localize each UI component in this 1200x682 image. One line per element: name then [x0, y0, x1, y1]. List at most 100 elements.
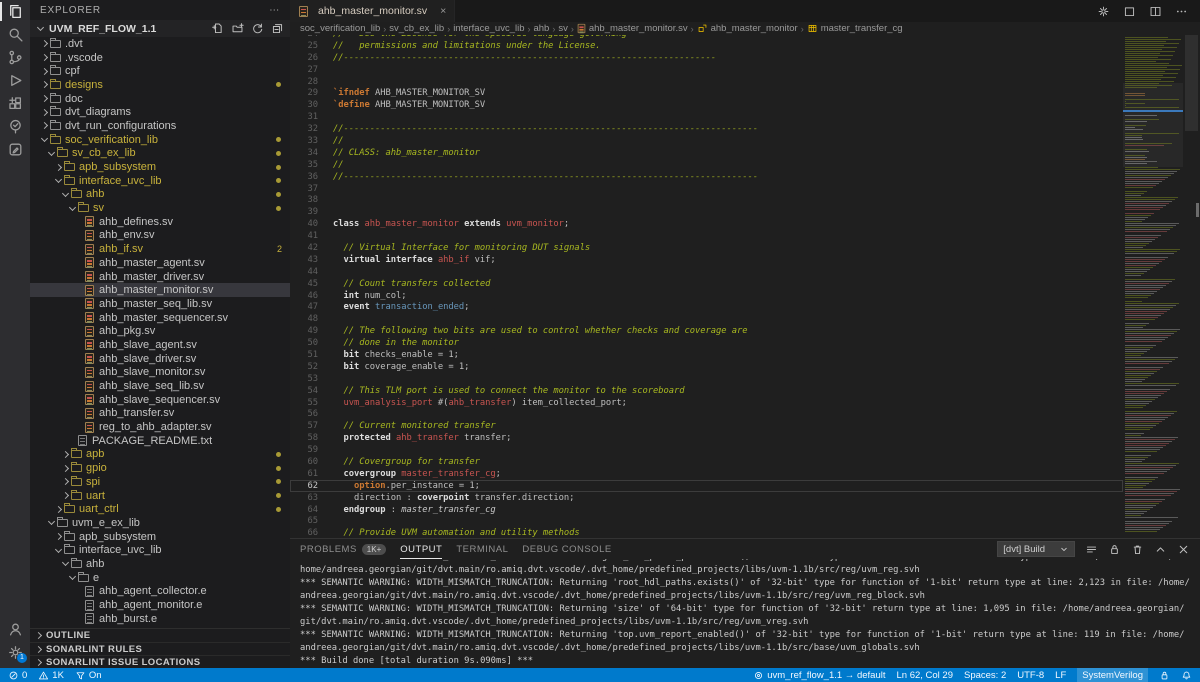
tree-item[interactable]: interface_uvc_lib [30, 543, 290, 557]
file-tree[interactable]: .dvt.vscodecpfdesignsdocdvt_diagramsdvt_… [30, 37, 290, 628]
lock-icon[interactable] [1108, 543, 1121, 556]
tree-item[interactable]: dvt_run_configurations [30, 119, 290, 133]
breadcrumb-item[interactable]: interface_uvc_lib [453, 23, 524, 34]
tree-item[interactable]: ahb [30, 188, 290, 202]
tree-item[interactable]: .vscode [30, 51, 290, 65]
status-item-on[interactable]: On [75, 670, 102, 681]
tree-item[interactable]: ahb_agent_collector.e [30, 585, 290, 599]
tree-item[interactable]: designs [30, 78, 290, 92]
output-actions-icon[interactable] [1085, 543, 1098, 556]
tree-item[interactable]: ahb_env.sv [30, 229, 290, 243]
tree-item[interactable]: interface_uvc_lib [30, 174, 290, 188]
breadcrumb-item[interactable]: ahb_master_monitor [697, 23, 798, 34]
tree-item[interactable]: dvt_diagrams [30, 105, 290, 119]
breadcrumb-item[interactable]: soc_verification_lib [300, 23, 380, 34]
activity-test-icon[interactable] [0, 115, 30, 138]
scrollbar-slider[interactable] [1185, 35, 1198, 131]
minimap[interactable] [1123, 35, 1183, 538]
activity-source-control-icon[interactable] [0, 46, 30, 69]
tree-item[interactable]: ahb_pkg.sv [30, 324, 290, 338]
tree-item[interactable]: sv [30, 201, 290, 215]
tree-item[interactable]: ahb_master_sequencer.sv [30, 311, 290, 325]
status-item-utf-8[interactable]: UTF-8 [1017, 670, 1044, 681]
tree-item[interactable]: ahb_slave_monitor.sv [30, 366, 290, 380]
tree-item[interactable]: .dvt [30, 37, 290, 51]
open-changes-icon[interactable] [1123, 5, 1136, 18]
editor-scrollbar[interactable] [1183, 35, 1200, 538]
panel-tab-debug-console[interactable]: DEBUG CONSOLE [522, 539, 611, 559]
status-item-0[interactable]: 0 [8, 670, 27, 681]
tree-item[interactable]: ahb_transfer.sv [30, 407, 290, 421]
collapse-all-icon[interactable] [271, 22, 284, 35]
breadcrumb-item[interactable]: ahb_master_monitor.sv [577, 23, 688, 34]
panel-tab-problems[interactable]: PROBLEMS1K+ [300, 539, 386, 559]
tree-item[interactable]: ahb [30, 557, 290, 571]
close-icon[interactable]: × [440, 5, 446, 17]
code-editor[interactable]: 24// See the License for the specific la… [290, 35, 1200, 538]
tree-item[interactable]: ahb_agent_monitor.e [30, 598, 290, 612]
tree-item[interactable]: ahb_slave_driver.sv [30, 352, 290, 366]
more-actions-icon[interactable]: ⋯ [269, 5, 280, 16]
sidebar-section-sonarlint-issue-locations[interactable]: SONARLINT ISSUE LOCATIONS [30, 655, 290, 668]
activity-settings-gear-icon[interactable]: 1 [0, 641, 30, 664]
tree-item[interactable]: e [30, 571, 290, 585]
tree-item[interactable]: ahb_slave_sequencer.sv [30, 393, 290, 407]
breadcrumb-item[interactable]: ahb [533, 23, 549, 34]
new-file-icon[interactable] [211, 22, 224, 35]
tree-item[interactable]: spi [30, 475, 290, 489]
clear-output-icon[interactable] [1131, 543, 1144, 556]
tree-item[interactable]: uart [30, 489, 290, 503]
status-item-spaces-2[interactable]: Spaces: 2 [964, 670, 1006, 681]
tree-item[interactable]: PACKAGE_README.txt [30, 434, 290, 448]
output-console[interactable]: *** SEMANTIC WARNING: WIDTH_MISMATCH_TRU… [290, 559, 1200, 667]
new-folder-icon[interactable] [231, 22, 244, 35]
tree-item[interactable]: cpf [30, 64, 290, 78]
tree-item[interactable]: ahb_master_agent.sv [30, 256, 290, 270]
maximize-panel-icon[interactable] [1154, 543, 1167, 556]
tree-item[interactable]: soc_verification_lib [30, 133, 290, 147]
settings-gear-icon[interactable] [1097, 5, 1110, 18]
breadcrumb-item[interactable]: master_transfer_cg [807, 23, 903, 34]
more-actions-icon[interactable] [1175, 5, 1188, 18]
tree-item[interactable]: ahb_burst.e [30, 612, 290, 626]
tree-item[interactable]: ahb_slave_seq_lib.sv [30, 379, 290, 393]
tree-item[interactable]: ahb_master_monitor.sv [30, 283, 290, 297]
activity-search-icon[interactable] [0, 23, 30, 46]
activity-explorer-icon[interactable] [0, 0, 30, 23]
tree-item[interactable]: reg_to_ahb_adapter.sv [30, 420, 290, 434]
tab-ahb-master-monitor[interactable]: ahb_master_monitor.sv × [290, 0, 455, 22]
status-item-lf[interactable]: LF [1055, 670, 1066, 681]
sidebar-section-outline[interactable]: OUTLINE [30, 629, 290, 642]
status-item-uvm-ref-flow-1-1-default[interactable]: uvm_ref_flow_1.1 → default [753, 670, 885, 681]
tree-item[interactable]: ahb_slave_agent.sv [30, 338, 290, 352]
tree-item[interactable]: ahb_master_seq_lib.sv [30, 297, 290, 311]
tree-item[interactable]: ahb_if.sv2 [30, 242, 290, 256]
tree-item[interactable]: apb [30, 448, 290, 462]
close-panel-icon[interactable] [1177, 543, 1190, 556]
activity-extensions-icon[interactable] [0, 92, 30, 115]
activity-account-icon[interactable] [0, 618, 30, 641]
breadcrumb-item[interactable]: sv [558, 23, 568, 34]
refresh-icon[interactable] [251, 22, 264, 35]
sidebar-section-sonarlint-rules[interactable]: SONARLINT RULES [30, 642, 290, 655]
tree-item[interactable]: sv_cb_ex_lib [30, 147, 290, 161]
status-item[interactable] [1181, 670, 1192, 681]
tree-item[interactable]: doc [30, 92, 290, 106]
tree-item[interactable]: ahb_master_driver.sv [30, 270, 290, 284]
status-item-ln-62-col-29[interactable]: Ln 62, Col 29 [896, 670, 953, 681]
output-channel-select[interactable]: [dvt] Build [997, 541, 1075, 557]
tree-item[interactable]: uart_ctrl [30, 502, 290, 516]
workspace-header[interactable]: UVM_REF_FLOW_1.1 [30, 20, 290, 37]
activity-dvt-tools-icon[interactable] [0, 138, 30, 161]
status-item-systemverilog[interactable]: SystemVerilog [1077, 668, 1148, 682]
panel-tab-output[interactable]: OUTPUT [400, 539, 442, 559]
panel-tab-terminal[interactable]: TERMINAL [456, 539, 508, 559]
tree-item[interactable]: apb_subsystem [30, 160, 290, 174]
tree-item[interactable]: ahb_defines.sv [30, 215, 290, 229]
breadcrumb-item[interactable]: sv_cb_ex_lib [389, 23, 444, 34]
status-item[interactable] [1159, 670, 1170, 681]
tree-item[interactable]: gpio [30, 461, 290, 475]
activity-run-debug-icon[interactable] [0, 69, 30, 92]
tree-item[interactable]: uvm_e_ex_lib [30, 516, 290, 530]
tree-item[interactable]: apb_subsystem [30, 530, 290, 544]
